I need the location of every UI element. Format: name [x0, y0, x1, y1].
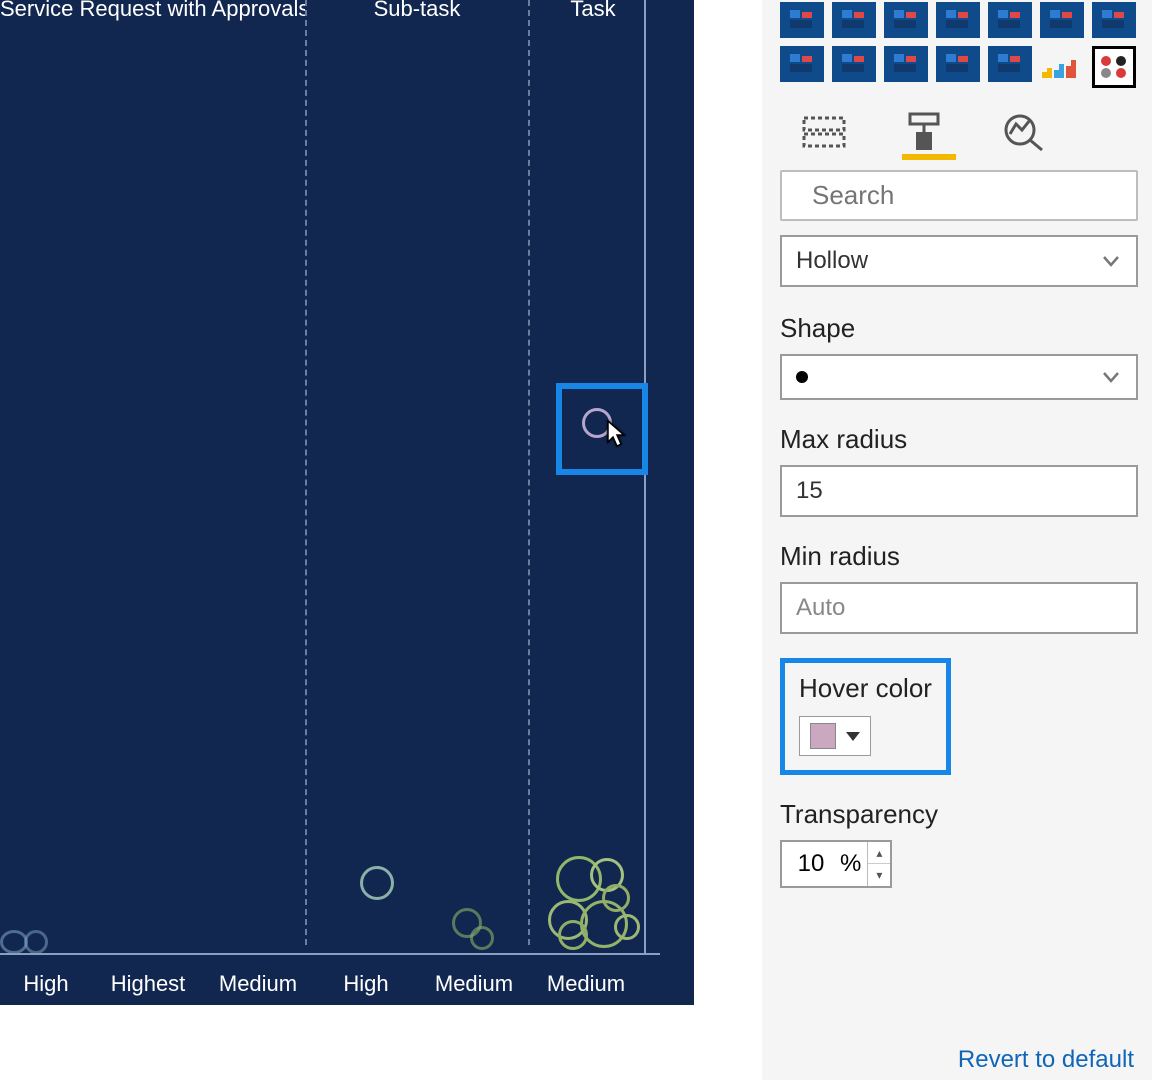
shape-select[interactable] — [780, 354, 1138, 400]
transparency-spinner[interactable]: 10 % ▴ ▾ — [780, 840, 892, 888]
y-axis-line — [644, 0, 646, 955]
shape-dot-icon — [796, 371, 808, 383]
shape-label: Shape — [780, 313, 1138, 344]
x-axis-label: High — [0, 971, 92, 997]
viz-tile[interactable] — [1092, 46, 1136, 88]
x-axis-label: High — [312, 971, 420, 997]
min-radius-input[interactable] — [780, 582, 1138, 634]
viz-tile[interactable] — [1092, 2, 1136, 38]
tab-format-icon[interactable] — [902, 112, 946, 152]
viz-tile[interactable] — [936, 46, 980, 82]
data-bubble[interactable] — [360, 866, 394, 900]
caret-down-icon — [846, 732, 860, 741]
x-axis-labels: High Highest Medium High Medium Medium — [0, 971, 694, 997]
revert-to-default-link[interactable]: Revert to default — [958, 1046, 1134, 1074]
hover-color-swatch — [810, 723, 836, 749]
hover-color-highlight: Hover color — [780, 658, 951, 775]
viz-tile[interactable] — [780, 2, 824, 38]
data-bubble[interactable] — [470, 926, 494, 950]
viz-tile[interactable] — [1040, 46, 1084, 84]
tab-underline — [902, 154, 956, 160]
column-divider — [528, 0, 530, 945]
col-header: Sub-task — [305, 0, 529, 22]
spinner-up-icon[interactable]: ▴ — [868, 842, 890, 864]
search-input[interactable] — [812, 180, 1147, 211]
viz-tile[interactable] — [1040, 2, 1084, 38]
transparency-value[interactable]: 10 — [782, 842, 840, 886]
data-bubble[interactable] — [558, 920, 588, 950]
data-bubble[interactable] — [602, 884, 630, 912]
panel-tabs — [780, 88, 1138, 158]
viz-tile[interactable] — [884, 46, 928, 82]
viz-tile[interactable] — [884, 2, 928, 38]
search-box[interactable] — [780, 170, 1138, 221]
column-divider — [305, 0, 307, 945]
data-bubble-selected[interactable] — [582, 408, 612, 438]
viz-tile[interactable] — [832, 46, 876, 82]
hover-color-picker[interactable] — [799, 716, 871, 756]
data-bubble[interactable] — [614, 914, 640, 940]
style-select-value: Hollow — [796, 247, 868, 275]
tab-fields-icon[interactable] — [802, 112, 846, 152]
chevron-down-icon — [1100, 366, 1122, 388]
visualization-gallery: /*placeholder to keep template tidy*/ — [780, 0, 1138, 88]
x-axis-label: Medium — [204, 971, 312, 997]
viz-tile[interactable] — [936, 2, 980, 38]
viz-tile[interactable] — [988, 46, 1032, 82]
chart-column-headers: Service Request with Approvals Sub-task … — [0, 0, 694, 22]
hover-color-label: Hover color — [799, 673, 932, 704]
chart-canvas[interactable]: Service Request with Approvals Sub-task … — [0, 0, 694, 1005]
max-radius-label: Max radius — [780, 424, 1138, 455]
transparency-unit: % — [840, 842, 867, 886]
spinner-down-icon[interactable]: ▾ — [868, 864, 890, 886]
transparency-label: Transparency — [780, 799, 1138, 830]
viz-tile[interactable] — [832, 2, 876, 38]
chevron-down-icon — [1100, 250, 1122, 272]
min-radius-label: Min radius — [780, 541, 1138, 572]
col-header: Task — [529, 0, 657, 22]
viz-tile[interactable] — [780, 46, 824, 82]
x-axis-label: Medium — [528, 971, 644, 997]
tab-analytics-icon[interactable] — [1002, 112, 1046, 152]
x-axis-label: Highest — [92, 971, 204, 997]
col-header: Service Request with Approvals — [0, 0, 305, 22]
data-bubble[interactable] — [24, 930, 48, 954]
max-radius-input[interactable] — [780, 465, 1138, 517]
viz-tile[interactable] — [988, 2, 1032, 38]
formatting-panel: /*placeholder to keep template tidy*/ — [762, 0, 1152, 1080]
x-axis-line — [0, 953, 660, 955]
x-axis-label: Medium — [420, 971, 528, 997]
style-select[interactable]: Hollow — [780, 235, 1138, 287]
